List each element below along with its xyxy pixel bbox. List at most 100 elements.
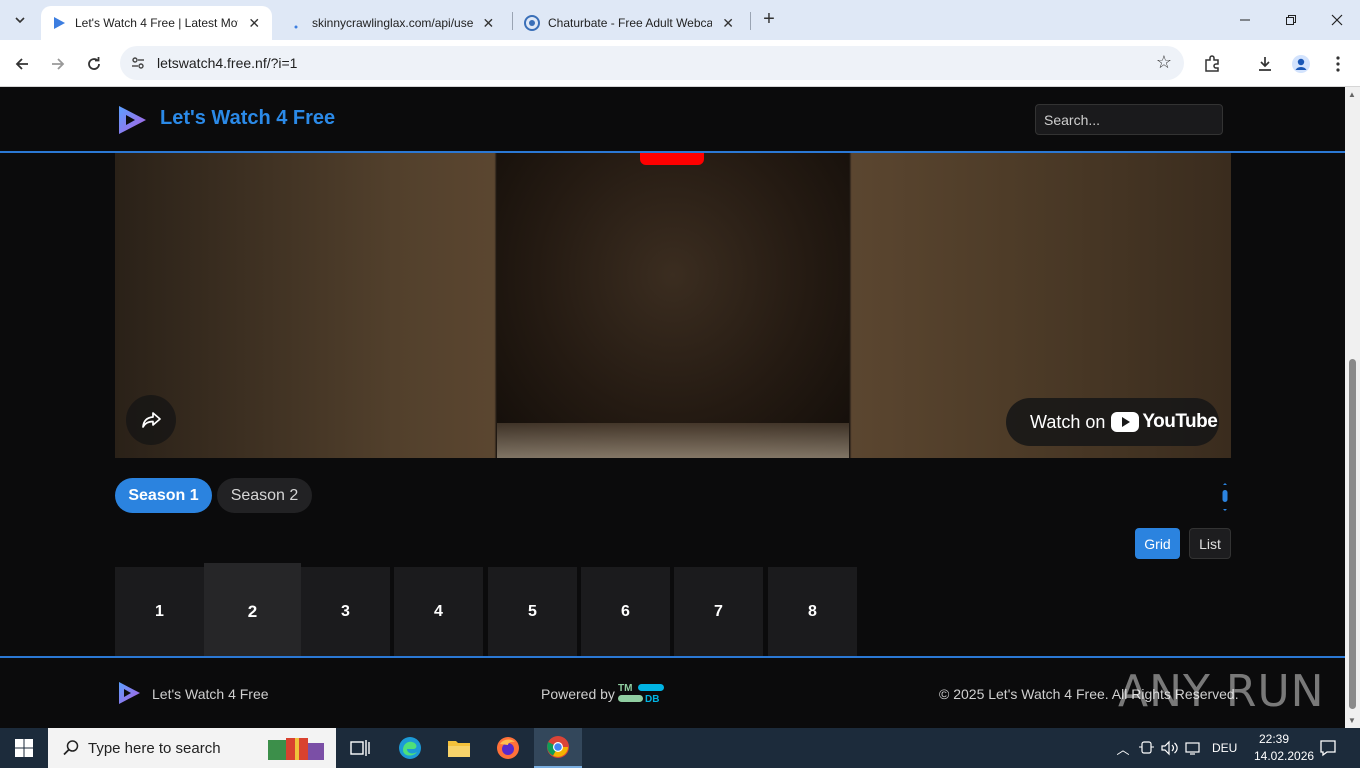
- minimize-icon: [1240, 19, 1250, 21]
- taskbar-clock[interactable]: 22:39 14.02.2026: [1254, 731, 1315, 765]
- input-language[interactable]: DEU: [1212, 741, 1237, 755]
- tab-search-button[interactable]: [8, 8, 32, 32]
- tab-divider: [750, 12, 751, 30]
- episode-grid: 1 2 3 4 5 6 7 8: [115, 563, 875, 660]
- tab-skinnycrawlinglax[interactable]: skinnycrawlinglax.com/api/users ✕: [278, 6, 506, 40]
- anyrun-watermark: ANY RUN: [1118, 666, 1325, 717]
- episode-tile[interactable]: 7: [674, 567, 763, 656]
- list-view-button[interactable]: List: [1189, 528, 1231, 559]
- site-footer: Let's Watch 4 Free Powered by TM DB © 20…: [0, 656, 1345, 728]
- browser-tab-bar: Let's Watch 4 Free | Latest Movies ✕ ski…: [0, 0, 1360, 40]
- download-icon: [1259, 57, 1271, 71]
- tab-title: Chaturbate - Free Adult Webcams: [548, 16, 713, 30]
- arrow-left-icon: [15, 58, 28, 70]
- reload-button[interactable]: [80, 50, 108, 78]
- chrome-button[interactable]: [534, 728, 582, 768]
- watch-on-youtube-button[interactable]: Watch on YouTube: [1006, 398, 1219, 446]
- notification-icon: [1320, 740, 1336, 757]
- close-tab-icon[interactable]: ✕: [246, 15, 262, 32]
- grid-view-button[interactable]: Grid: [1135, 528, 1180, 559]
- season-1-button[interactable]: Season 1: [115, 478, 212, 513]
- tab-divider: [512, 12, 513, 30]
- youtube-play-icon: [1111, 412, 1140, 432]
- footer-site-name: Let's Watch 4 Free: [152, 686, 269, 702]
- youtube-trailer-player[interactable]: Watch on YouTube: [115, 153, 1231, 458]
- restore-icon: [1286, 15, 1296, 25]
- site-info-icon[interactable]: [130, 55, 146, 71]
- notifications-button[interactable]: [1304, 728, 1352, 768]
- episode-tile[interactable]: 6: [581, 567, 670, 656]
- reload-icon: [88, 57, 100, 70]
- episode-tile[interactable]: 8: [768, 567, 857, 656]
- edge-icon: [399, 737, 421, 759]
- device-icon[interactable]: [1136, 740, 1158, 756]
- scroll-down-icon[interactable]: ▼: [1348, 716, 1356, 725]
- downloads-button[interactable]: [1252, 51, 1278, 77]
- address-bar[interactable]: letswatch4.free.nf/?i=1 ☆: [120, 46, 1184, 80]
- minimize-button[interactable]: [1222, 0, 1268, 40]
- taskbar-search-box[interactable]: Type here to search: [48, 728, 336, 768]
- task-view-button[interactable]: [336, 728, 384, 768]
- share-arrow-icon: [142, 412, 161, 428]
- share-button[interactable]: [126, 395, 176, 445]
- extensions-button[interactable]: [1199, 51, 1225, 77]
- episode-tile[interactable]: 1: [115, 567, 204, 656]
- back-button[interactable]: [8, 50, 36, 78]
- windows-logo-icon: [15, 739, 33, 757]
- new-tab-button[interactable]: +: [757, 8, 781, 32]
- kebab-menu-icon: [1336, 56, 1340, 72]
- browser-menu-button[interactable]: [1325, 51, 1351, 77]
- search-icon: [63, 740, 79, 756]
- profile-button[interactable]: [1288, 51, 1314, 77]
- youtube-play-button-partial[interactable]: [640, 153, 704, 165]
- site-logo-icon[interactable]: [115, 103, 149, 137]
- watch-on-label: Watch on: [1030, 411, 1106, 432]
- chevron-up-icon[interactable]: ︿: [1113, 739, 1133, 758]
- close-tab-icon[interactable]: ✕: [720, 15, 736, 32]
- season-scroll-indicator[interactable]: [1221, 482, 1229, 512]
- page-scrollbar[interactable]: ▲ ▼: [1345, 87, 1360, 728]
- episode-tile[interactable]: 4: [394, 567, 483, 656]
- tmdb-logo[interactable]: TM DB: [617, 682, 665, 704]
- loading-dot-icon: [288, 15, 304, 31]
- site-title[interactable]: Let's Watch 4 Free: [160, 107, 335, 130]
- clock-date: 14.02.2026: [1254, 749, 1315, 763]
- site-header: Let's Watch 4 Free: [0, 87, 1345, 153]
- powered-by-label: Powered by: [541, 686, 615, 702]
- close-window-button[interactable]: [1314, 0, 1360, 40]
- youtube-wordmark: YouTube: [1142, 411, 1218, 432]
- svg-text:DB: DB: [645, 694, 659, 704]
- close-icon: [1331, 14, 1343, 26]
- site-favicon-icon: [524, 15, 540, 31]
- season-2-button[interactable]: Season 2: [217, 478, 312, 513]
- bookmark-star-icon[interactable]: ☆: [1156, 52, 1172, 73]
- episode-tile[interactable]: 3: [301, 567, 390, 656]
- tab-lets-watch[interactable]: Let's Watch 4 Free | Latest Movies ✕: [41, 6, 272, 40]
- scroll-up-icon[interactable]: ▲: [1348, 90, 1356, 99]
- youtube-logo: YouTube: [1111, 411, 1218, 433]
- start-button[interactable]: [0, 728, 48, 768]
- network-icon[interactable]: [1182, 740, 1204, 756]
- gift-icon: [268, 738, 324, 760]
- maximize-button[interactable]: [1268, 0, 1314, 40]
- tab-title: Let's Watch 4 Free | Latest Movies: [75, 16, 238, 30]
- edge-taskbar-button[interactable]: [386, 728, 434, 768]
- file-explorer-button[interactable]: [435, 728, 483, 768]
- tab-chaturbate[interactable]: Chaturbate - Free Adult Webcams ✕: [514, 6, 746, 40]
- folder-icon: [448, 741, 470, 757]
- scrollbar-thumb[interactable]: [1349, 359, 1356, 709]
- video-table-surface: [497, 423, 849, 458]
- episode-tile[interactable]: 5: [488, 567, 577, 656]
- volume-icon[interactable]: [1159, 740, 1181, 756]
- windows-taskbar: Type here to search ︿ DEU 22:39 14.02.20…: [0, 728, 1360, 768]
- url-text: letswatch4.free.nf/?i=1: [157, 55, 298, 71]
- play-logo-icon: [51, 15, 67, 31]
- forward-button[interactable]: [44, 50, 72, 78]
- firefox-button[interactable]: [484, 728, 532, 768]
- page-viewport: Watch on YouTube Season 1 Season 2 Grid …: [0, 87, 1345, 728]
- chevron-down-icon: [15, 17, 25, 24]
- episode-tile[interactable]: 2: [204, 563, 301, 660]
- search-input[interactable]: [1035, 104, 1223, 135]
- system-tray: ︿ DEU: [1113, 728, 1237, 768]
- close-tab-icon[interactable]: ✕: [481, 15, 496, 32]
